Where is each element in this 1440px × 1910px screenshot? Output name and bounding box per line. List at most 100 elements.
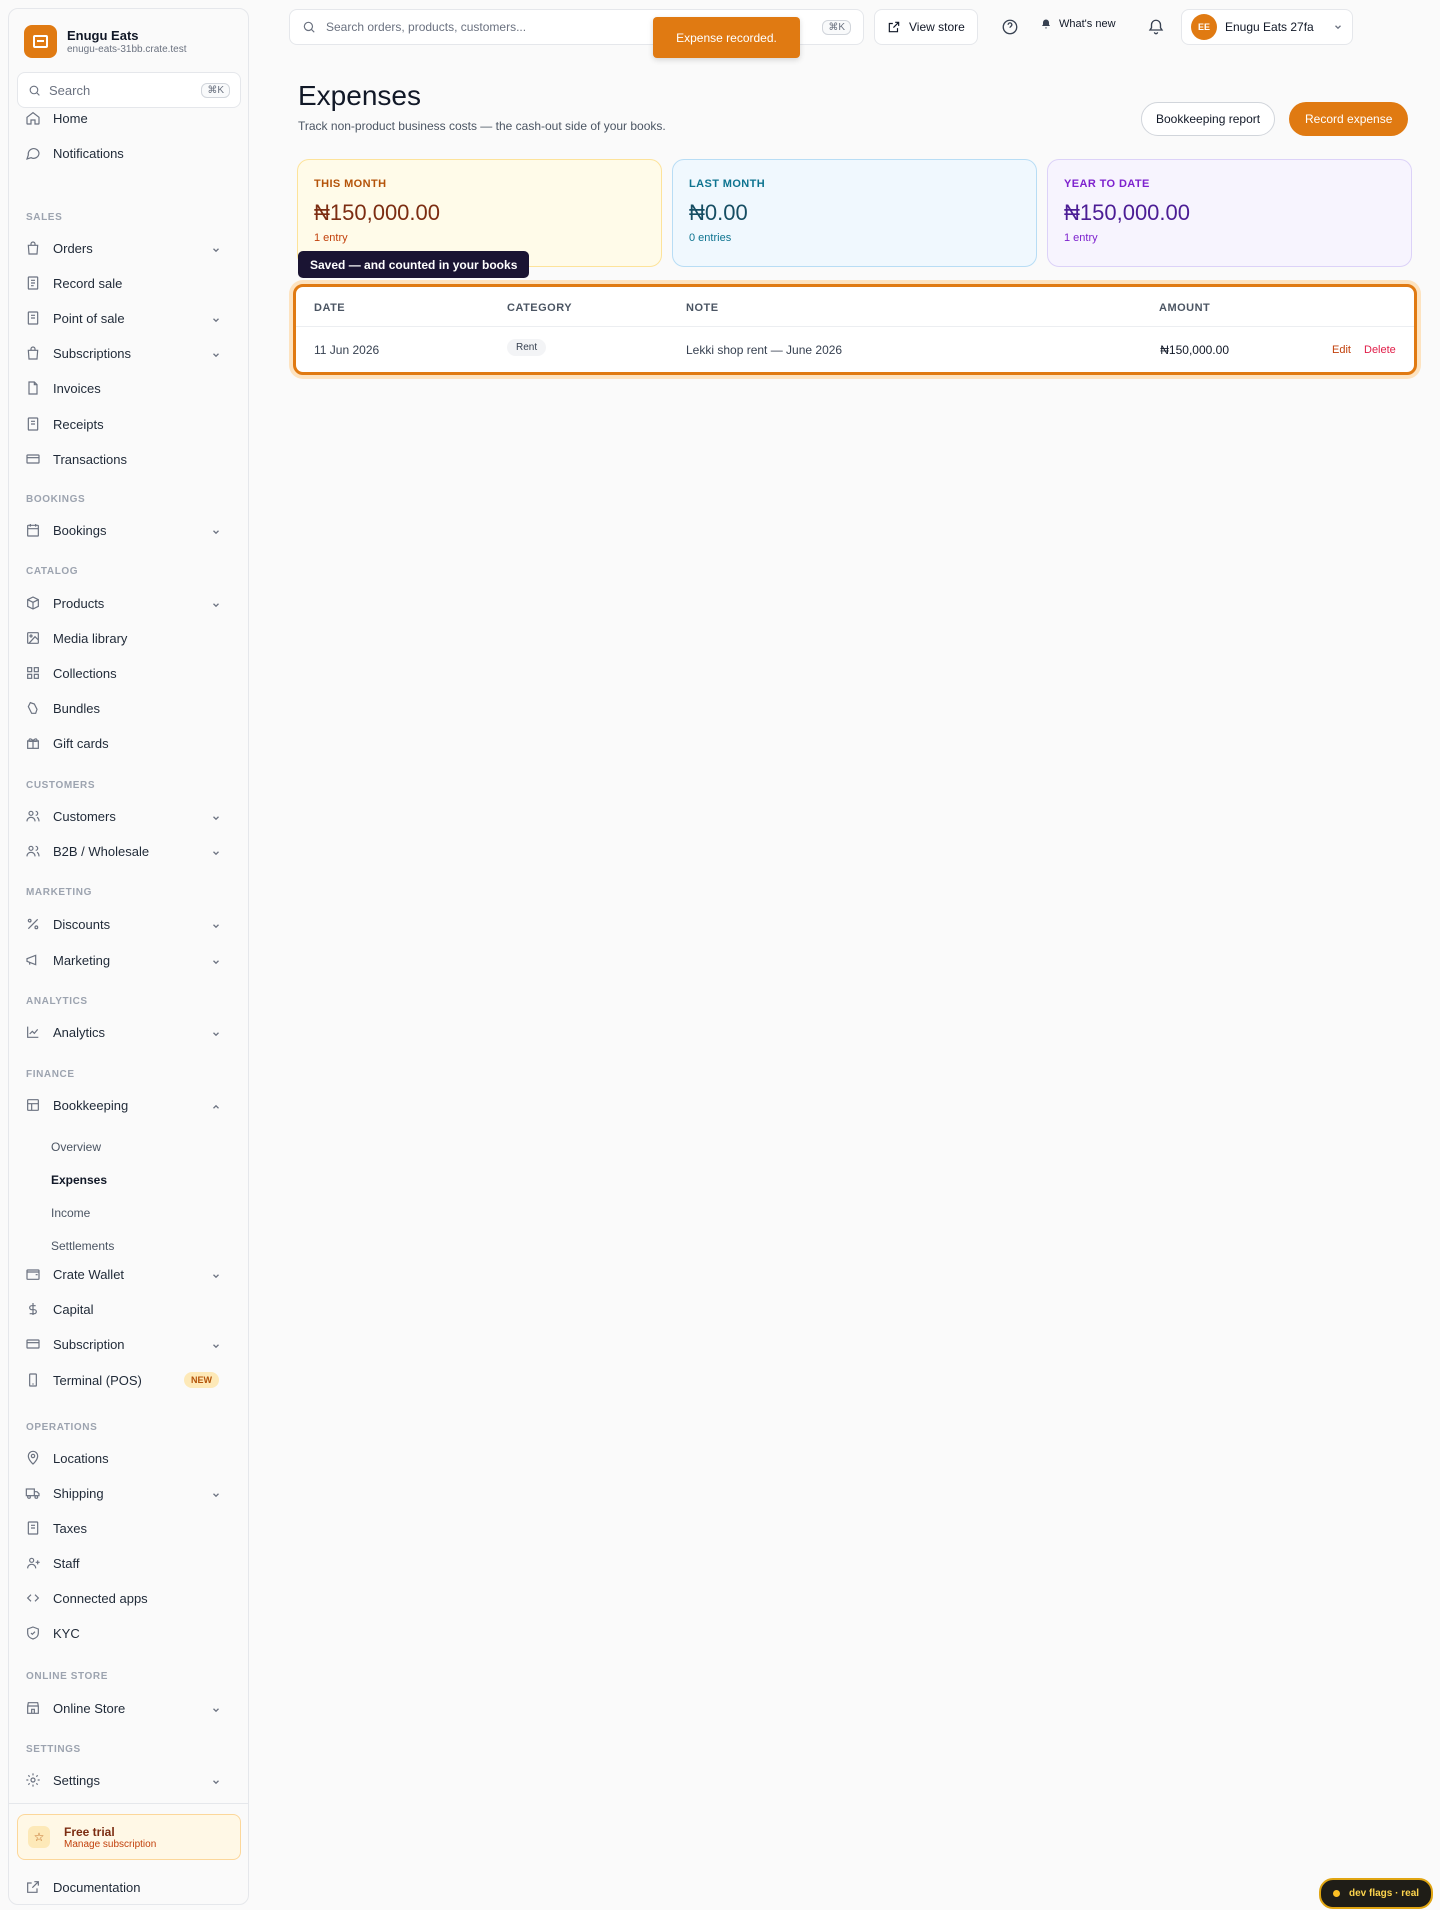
sidebar-item-staff[interactable]: Staff — [25, 1550, 239, 1576]
external-link-icon — [25, 1879, 41, 1895]
edit-button[interactable]: Edit — [1332, 344, 1351, 356]
star-icon: ☆ — [28, 1826, 50, 1848]
sidebar-item-label: Settings — [53, 1772, 100, 1788]
sidebar-item-subscription[interactable]: Subscription — [25, 1331, 239, 1357]
section-label-finance: FINANCE — [26, 1069, 75, 1080]
column-header-note: NOTE — [686, 302, 719, 314]
sidebar-item-label: Subscription — [53, 1336, 125, 1352]
sidebar-item-label: Subscriptions — [53, 345, 132, 361]
sidebar-item-media-library[interactable]: Media library — [25, 625, 239, 651]
sidebar-subitem-settlements[interactable]: Settlements — [51, 1239, 114, 1253]
sidebar-item-subscriptions[interactable]: Subscriptions — [25, 340, 239, 366]
notifications-bell-icon[interactable] — [1144, 15, 1168, 39]
sidebar-subitem-expenses[interactable]: Expenses — [51, 1173, 107, 1187]
sidebar-item-orders[interactable]: Orders — [25, 235, 239, 261]
saved-tooltip: Saved — and counted in your books — [298, 251, 530, 278]
sidebar-subitem-overview[interactable]: Overview — [51, 1140, 101, 1154]
sidebar-item-products[interactable]: Products — [25, 590, 239, 616]
sidebar-item-connected-apps[interactable]: Connected apps — [25, 1585, 239, 1611]
section-label-settings: SETTINGS — [26, 1744, 81, 1755]
shopping-bag-icon — [25, 240, 41, 256]
smartphone-icon — [25, 1372, 41, 1388]
receipt-icon — [25, 1520, 41, 1536]
sidebar-item-label: Online Store — [53, 1700, 126, 1716]
sidebar-item-b2b[interactable]: B2B / Wholesale — [25, 838, 239, 864]
gift-icon — [25, 735, 41, 751]
sidebar-item-bookkeeping[interactable]: Bookkeeping — [25, 1092, 239, 1118]
chevron-down-icon — [211, 525, 221, 535]
file-icon — [25, 380, 41, 396]
search-icon — [303, 21, 315, 33]
sidebar-item-online-store[interactable]: Online Store — [25, 1695, 239, 1721]
sidebar-item-label: Shipping — [53, 1485, 104, 1501]
chevron-down-icon — [211, 348, 221, 358]
section-label-sales: SALES — [26, 212, 63, 223]
sidebar-item-label: Notifications — [53, 145, 124, 161]
sidebar-item-settings[interactable]: Settings — [25, 1767, 239, 1793]
credit-card-icon — [25, 451, 41, 467]
free-trial-card[interactable]: ☆ Free trial Manage subscription — [17, 1814, 241, 1860]
sidebar-item-invoices[interactable]: Invoices — [25, 375, 239, 401]
sidebar-item-point-of-sale[interactable]: Point of sale — [25, 305, 239, 331]
sidebar-item-transactions[interactable]: Transactions — [25, 446, 239, 472]
store-icon — [25, 1700, 41, 1716]
sidebar-item-record-sale[interactable]: Record sale — [25, 270, 239, 296]
sidebar-item-discounts[interactable]: Discounts — [25, 911, 239, 937]
account-name: Enugu Eats 27fa — [1225, 20, 1314, 34]
sidebar-item-capital[interactable]: Capital — [25, 1296, 239, 1322]
sidebar-item-documentation[interactable]: Documentation — [25, 1874, 239, 1900]
sidebar-item-receipts[interactable]: Receipts — [25, 411, 239, 437]
sidebar-item-terminal[interactable]: Terminal (POS) NEW — [25, 1367, 239, 1393]
sidebar-item-collections[interactable]: Collections — [25, 660, 239, 686]
store-logo-icon — [24, 25, 57, 58]
map-pin-icon — [25, 1450, 41, 1466]
record-expense-button[interactable]: Record expense — [1289, 102, 1409, 136]
sidebar-item-gift-cards[interactable]: Gift cards — [25, 730, 239, 756]
sidebar-item-notifications[interactable]: Notifications — [25, 140, 239, 166]
sidebar-item-label: Bundles — [53, 700, 100, 716]
manage-subscription-link[interactable]: Manage subscription — [64, 1839, 156, 1850]
sidebar-item-crate-wallet[interactable]: Crate Wallet — [25, 1261, 239, 1287]
bookkeeping-report-button[interactable]: Bookkeeping report — [1141, 102, 1276, 136]
sidebar-item-label: Locations — [53, 1450, 109, 1466]
sidebar-item-customers[interactable]: Customers — [25, 803, 239, 829]
sidebar-item-home[interactable]: Home — [25, 105, 239, 131]
whats-new-button[interactable]: What's new — [1040, 18, 1116, 30]
new-badge: NEW — [184, 1372, 219, 1388]
brand-name: Enugu Eats — [67, 27, 139, 43]
brand[interactable]: Enugu Eats enugu-eats-31bb.crate.test — [24, 25, 187, 58]
sidebar-item-bookings[interactable]: Bookings — [25, 517, 239, 543]
sidebar-item-label: Receipts — [53, 416, 104, 432]
sidebar-item-label: Products — [53, 595, 105, 611]
sidebar-item-shipping[interactable]: Shipping — [25, 1480, 239, 1506]
sidebar-item-bundles[interactable]: Bundles — [25, 695, 239, 721]
home-icon — [25, 110, 41, 126]
sidebar-item-label: Bookings — [53, 522, 107, 538]
dev-flags-pill[interactable]: dev flags · real — [1319, 1878, 1434, 1909]
view-store-button[interactable]: View store — [874, 9, 978, 45]
help-icon[interactable] — [998, 15, 1022, 39]
account-switcher[interactable]: EE Enugu Eats 27fa — [1181, 9, 1353, 45]
sidebar-item-kyc[interactable]: KYC — [25, 1620, 239, 1646]
chevron-down-icon — [211, 1775, 221, 1785]
delete-button[interactable]: Delete — [1364, 344, 1396, 356]
bell-filled-icon — [1042, 19, 1050, 29]
sidebar-item-label: KYC — [53, 1625, 80, 1641]
sidebar-item-locations[interactable]: Locations — [25, 1445, 239, 1471]
sidebar: Enugu Eats enugu-eats-31bb.crate.test Se… — [8, 8, 249, 1905]
megaphone-icon — [25, 952, 41, 968]
sidebar-search[interactable]: Search ⌘K — [17, 72, 241, 108]
sidebar-subitem-income[interactable]: Income — [51, 1206, 90, 1220]
column-header-category: CATEGORY — [507, 302, 573, 314]
sidebar-item-label: Home — [53, 110, 88, 126]
summary-count: 0 entries — [689, 232, 732, 244]
sidebar-item-analytics[interactable]: Analytics — [25, 1019, 239, 1045]
chevron-down-icon — [211, 955, 221, 965]
sidebar-item-label: Transactions — [53, 451, 127, 467]
gear-icon — [25, 1772, 41, 1788]
sidebar-item-taxes[interactable]: Taxes — [25, 1515, 239, 1541]
sidebar-item-marketing[interactable]: Marketing — [25, 947, 239, 973]
summary-card-year-to-date: YEAR TO DATE ₦150,000.00 1 entry — [1047, 159, 1412, 267]
expenses-table: DATE CATEGORY NOTE AMOUNT 11 Jun 2026 Re… — [293, 284, 1417, 375]
chevron-down-icon — [211, 1269, 221, 1279]
